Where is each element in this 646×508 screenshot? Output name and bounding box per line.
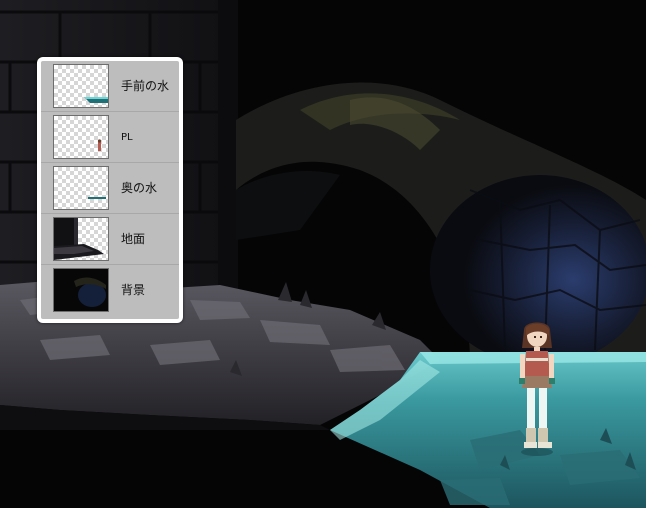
layer-label: 手前の水 bbox=[121, 79, 170, 93]
ground-thumbnail bbox=[53, 217, 109, 261]
layer-label: 奥の水 bbox=[121, 181, 158, 195]
layer-label: 背景 bbox=[121, 283, 146, 297]
front-water-thumbnail bbox=[53, 64, 109, 108]
layers-panel: 手前の水 PL 奥の水 地面 背景 bbox=[37, 57, 183, 323]
back-water-thumbnail bbox=[53, 166, 109, 210]
background-thumbnail bbox=[53, 268, 109, 312]
layer-item-pl[interactable]: PL bbox=[41, 112, 179, 163]
layer-label: 地面 bbox=[121, 232, 146, 246]
layer-item-ground[interactable]: 地面 bbox=[41, 214, 179, 265]
layer-item-back-water[interactable]: 奥の水 bbox=[41, 163, 179, 214]
layer-label: PL bbox=[121, 132, 133, 143]
layer-list: 手前の水 PL 奥の水 地面 背景 bbox=[41, 61, 179, 319]
player-thumbnail bbox=[53, 115, 109, 159]
layer-item-background[interactable]: 背景 bbox=[41, 265, 179, 316]
layer-item-front-water[interactable]: 手前の水 bbox=[41, 61, 179, 112]
